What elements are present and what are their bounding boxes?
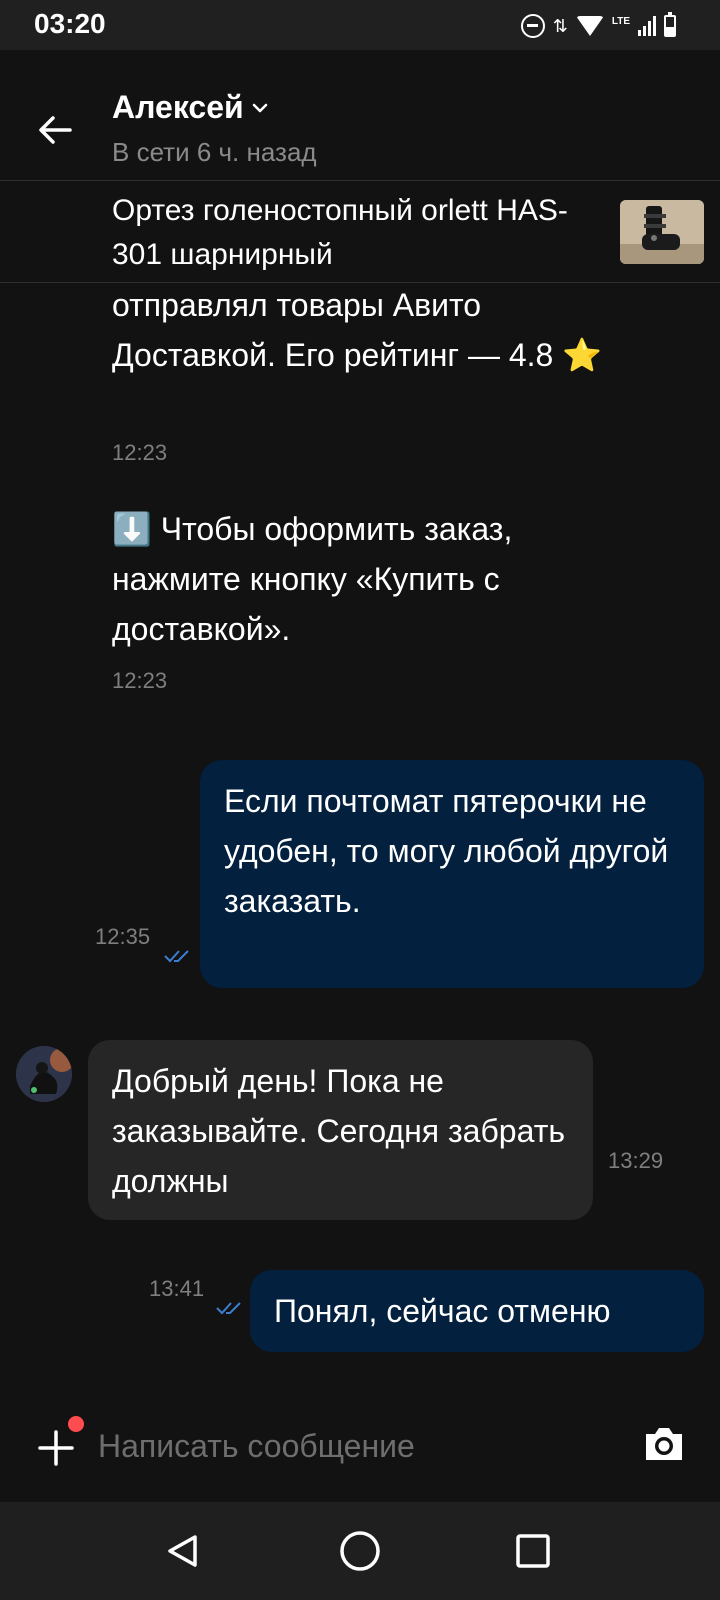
camera-icon [646, 1428, 682, 1460]
do-not-disturb-icon [520, 14, 545, 38]
battery-icon [664, 12, 676, 37]
message-input[interactable] [98, 1414, 608, 1478]
data-transfer-icon: ⇅ [552, 16, 568, 36]
message-time: 12:35 [95, 924, 151, 949]
status-time: 03:20 [34, 8, 106, 39]
camera-button[interactable] [642, 1424, 686, 1468]
system-message: отправлял товары Авито Доставкой. Его ре… [112, 287, 603, 373]
message-composer [0, 1394, 720, 1502]
outgoing-message[interactable]: Если почтомат пятерочки не удобен, то мо… [200, 760, 704, 988]
item-bar[interactable]: Ортез голеностопный orlett HAS-301 шарни… [0, 181, 720, 282]
message-time: 13:29 [608, 1148, 664, 1173]
chevron-down-icon [252, 103, 267, 112]
message-time: 13:41 [149, 1276, 205, 1301]
message-text: Если почтомат пятерочки не удобен, то мо… [224, 783, 669, 919]
avatar[interactable] [16, 1046, 72, 1102]
attach-button[interactable] [36, 1428, 76, 1468]
back-button[interactable] [30, 105, 80, 155]
read-ticks-icon [164, 950, 189, 963]
system-message: ⬇️ Чтобы оформить заказ, нажмите кнопку … [112, 511, 513, 647]
status-icons: ⇅ LTE [520, 12, 676, 40]
contact-name: Алексей [112, 89, 244, 125]
triangle-back-icon [168, 1535, 197, 1567]
notification-dot [68, 1416, 84, 1432]
system-navigation-bar [0, 1502, 720, 1600]
square-recents-icon [516, 1534, 550, 1568]
incoming-message[interactable]: Добрый день! Пока не заказывайте. Сегодн… [88, 1040, 593, 1220]
read-ticks-icon [216, 1302, 241, 1315]
outgoing-message[interactable]: Понял, сейчас отменю [250, 1270, 704, 1352]
signal-icon [638, 16, 656, 36]
item-title: Ортез голеностопный orlett HAS-301 шарни… [112, 194, 568, 271]
circle-home-icon [340, 1531, 380, 1571]
chat-header: Алексей В сети 6 ч. назад [0, 75, 720, 180]
plus-icon [38, 1430, 74, 1466]
chat-messages[interactable]: отправлял товары Авито Доставкой. Его ре… [0, 282, 720, 1394]
message-text: Понял, сейчас отменю [274, 1293, 611, 1329]
message-text: Добрый день! Пока не заказывайте. Сегодн… [112, 1063, 566, 1199]
lte-label: LTE [611, 15, 630, 27]
contact-status: В сети 6 ч. назад [112, 137, 317, 167]
arrow-left-icon [39, 116, 72, 144]
orthosis-image [620, 200, 704, 264]
item-thumbnail[interactable] [620, 200, 704, 264]
contact-name-dropdown[interactable]: Алексей [112, 89, 268, 126]
wifi-icon [575, 16, 604, 36]
nav-home-button[interactable] [335, 1526, 385, 1576]
message-time: 12:23 [112, 440, 168, 465]
nav-recents-button[interactable] [508, 1526, 558, 1576]
avatar-image [16, 1046, 72, 1102]
message-time: 12:23 [112, 668, 168, 693]
status-bar: 03:20 ⇅ LTE [0, 0, 720, 50]
nav-back-button[interactable] [158, 1526, 208, 1576]
